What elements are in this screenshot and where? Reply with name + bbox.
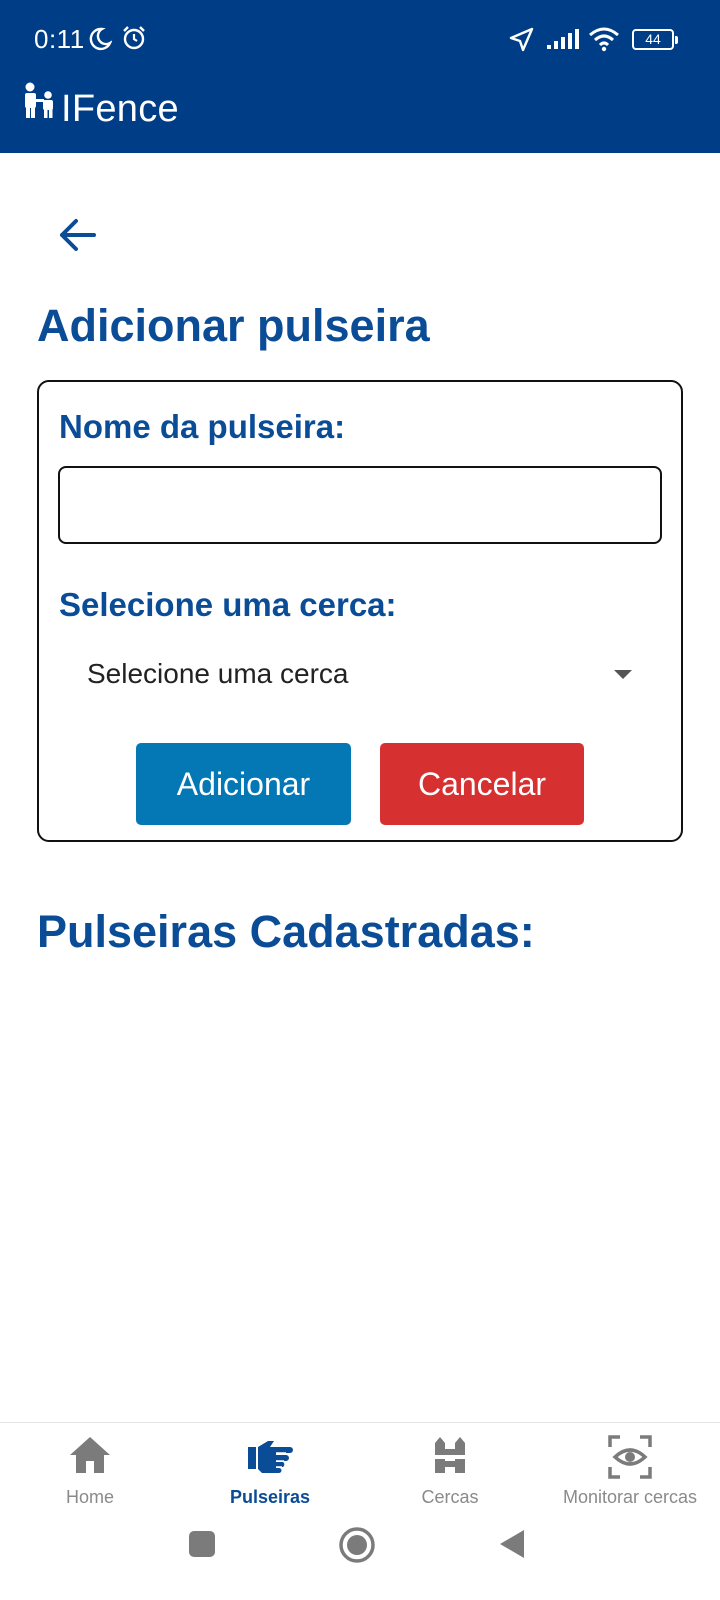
- home-icon: [70, 1437, 110, 1473]
- bottom-nav: Home Pulseiras Cercas Monitorar cercas: [0, 1422, 720, 1514]
- home-circle-icon[interactable]: [338, 1526, 376, 1564]
- fence-select[interactable]: Selecione uma cerca: [58, 644, 662, 708]
- location-arrow-icon: [509, 27, 534, 52]
- dropdown-caret-icon: [614, 670, 632, 679]
- app-bar: 0:11 44 IFence: [0, 0, 720, 153]
- nav-item-fences[interactable]: Cercas: [360, 1423, 540, 1515]
- back-triangle-icon[interactable]: [498, 1528, 526, 1560]
- fence-select-value: Selecione uma cerca: [87, 658, 349, 689]
- do-not-disturb-moon-icon: [89, 27, 112, 51]
- battery-indicator: 44: [632, 29, 678, 50]
- nav-item-home[interactable]: Home: [0, 1423, 180, 1515]
- nav-label-home: Home: [65, 1487, 114, 1507]
- nav-label-fences: Cercas: [421, 1487, 479, 1507]
- status-bar: 0:11 44: [0, 0, 720, 78]
- registered-bracelets-title: Pulseiras Cadastradas:: [37, 906, 535, 957]
- fence-select-label: Selecione uma cerca:: [59, 586, 397, 623]
- eye-scan-icon: [608, 1435, 652, 1479]
- bracelet-name-label: Nome da pulseira:: [59, 408, 346, 445]
- add-button[interactable]: Adicionar: [136, 743, 351, 825]
- nav-label-monitor-fences: Monitorar cercas: [562, 1487, 698, 1507]
- arrow-left-icon: [60, 219, 96, 251]
- page-title: Adicionar pulseira: [37, 300, 430, 351]
- back-button[interactable]: [52, 210, 104, 260]
- cancel-button[interactable]: Cancelar: [380, 743, 584, 825]
- status-time: 0:11: [34, 24, 85, 54]
- bracelet-name-input[interactable]: [58, 466, 662, 544]
- recent-apps-square-icon[interactable]: [188, 1530, 216, 1558]
- signal-icon: [547, 29, 579, 49]
- add-bracelet-form: Nome da pulseira: Selecione uma cerca: S…: [37, 380, 683, 842]
- nav-item-monitor-fences[interactable]: Monitorar cercas: [540, 1423, 720, 1515]
- nav-item-bracelets[interactable]: Pulseiras: [180, 1423, 360, 1515]
- nav-label-bracelets: Pulseiras: [229, 1487, 311, 1507]
- system-nav-bar: [0, 1514, 720, 1600]
- family-logo-icon: [25, 82, 53, 118]
- wifi-icon: [589, 27, 619, 52]
- hand-pointing-icon: [248, 1441, 293, 1473]
- fence-icon: [433, 1437, 467, 1473]
- alarm-icon: [123, 26, 145, 50]
- app-title: IFence: [61, 88, 179, 130]
